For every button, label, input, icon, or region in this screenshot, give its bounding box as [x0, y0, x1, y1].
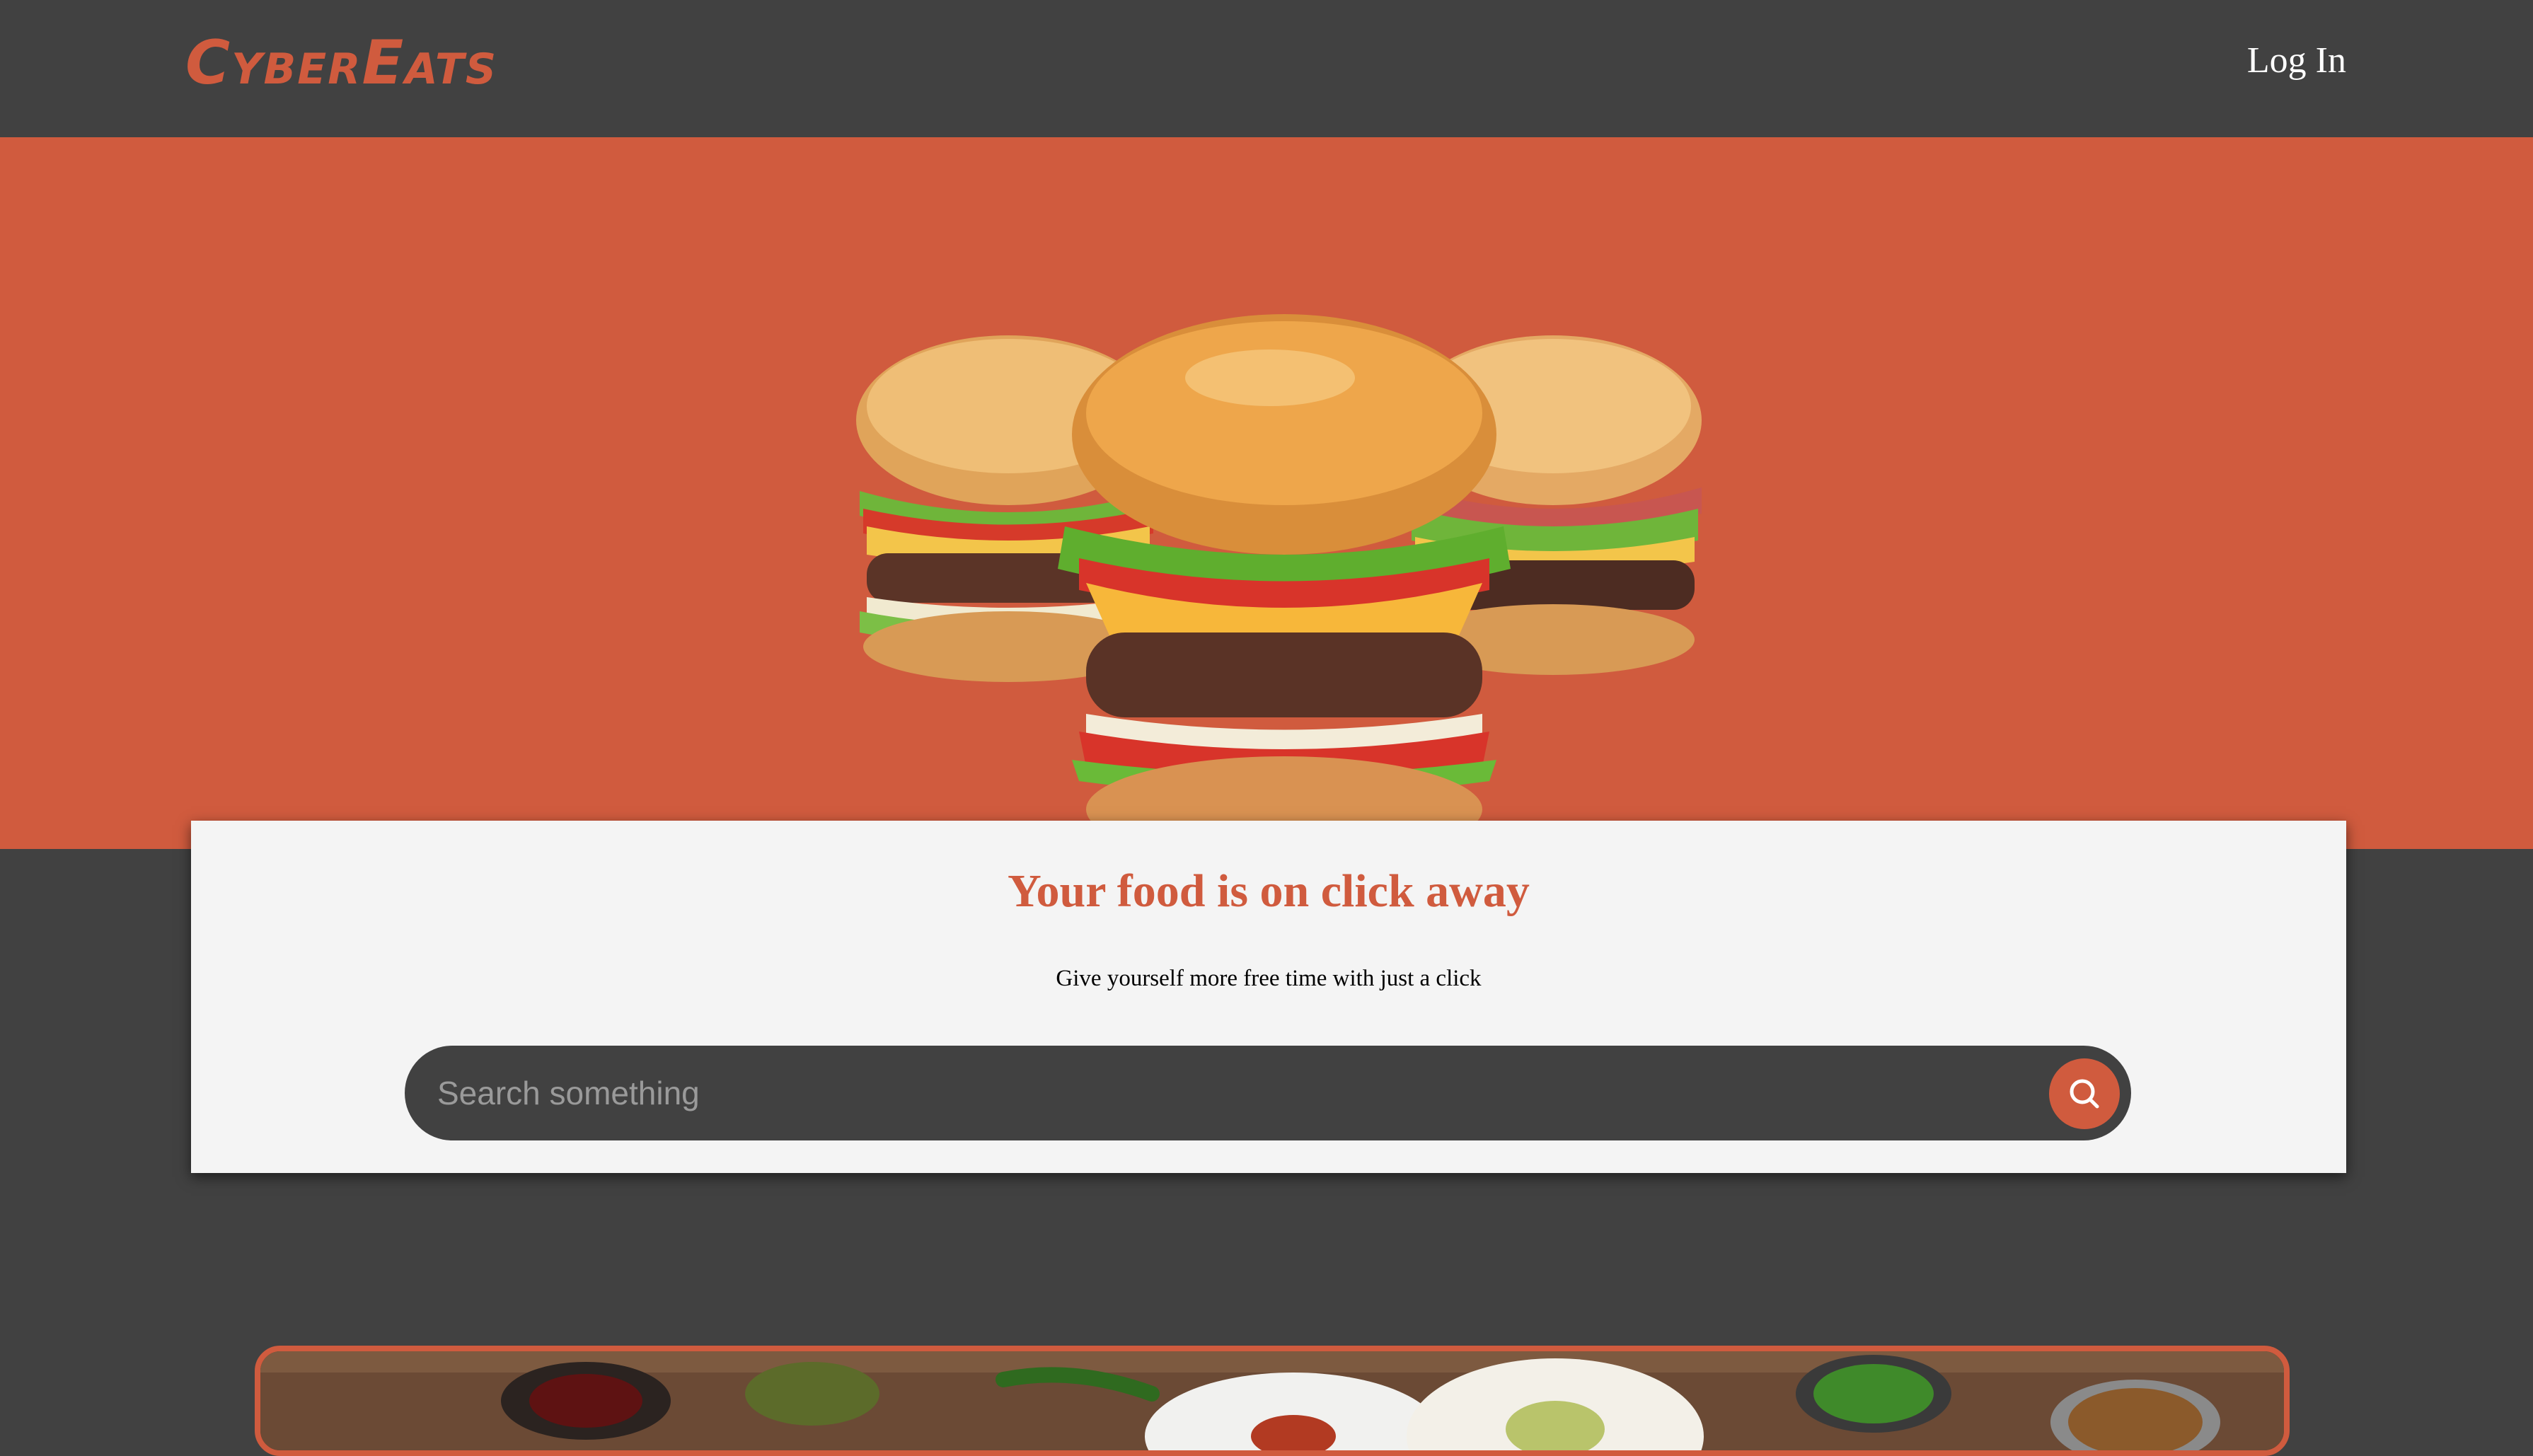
search-input[interactable] — [437, 1046, 1994, 1140]
burgers-image — [856, 314, 1702, 862]
logo[interactable]: CyberEats — [185, 33, 497, 93]
card-title: Your food is on click away — [1008, 865, 1530, 917]
card-subtitle: Give yourself more free time with just a… — [1056, 966, 1482, 991]
login-link[interactable]: Log In — [2247, 42, 2346, 79]
search-icon — [2070, 1079, 2099, 1109]
featured-banner[interactable] — [255, 1346, 2290, 1456]
search-card: Your food is on click away Give yourself… — [191, 821, 2346, 1173]
search-bar — [405, 1046, 2131, 1140]
center-burger — [1058, 314, 1511, 862]
navbar: CyberEats Log In — [0, 0, 2533, 137]
hero-banner — [0, 137, 2533, 862]
search-button[interactable] — [2049, 1058, 2120, 1129]
spices-table-image — [260, 1351, 2284, 1450]
